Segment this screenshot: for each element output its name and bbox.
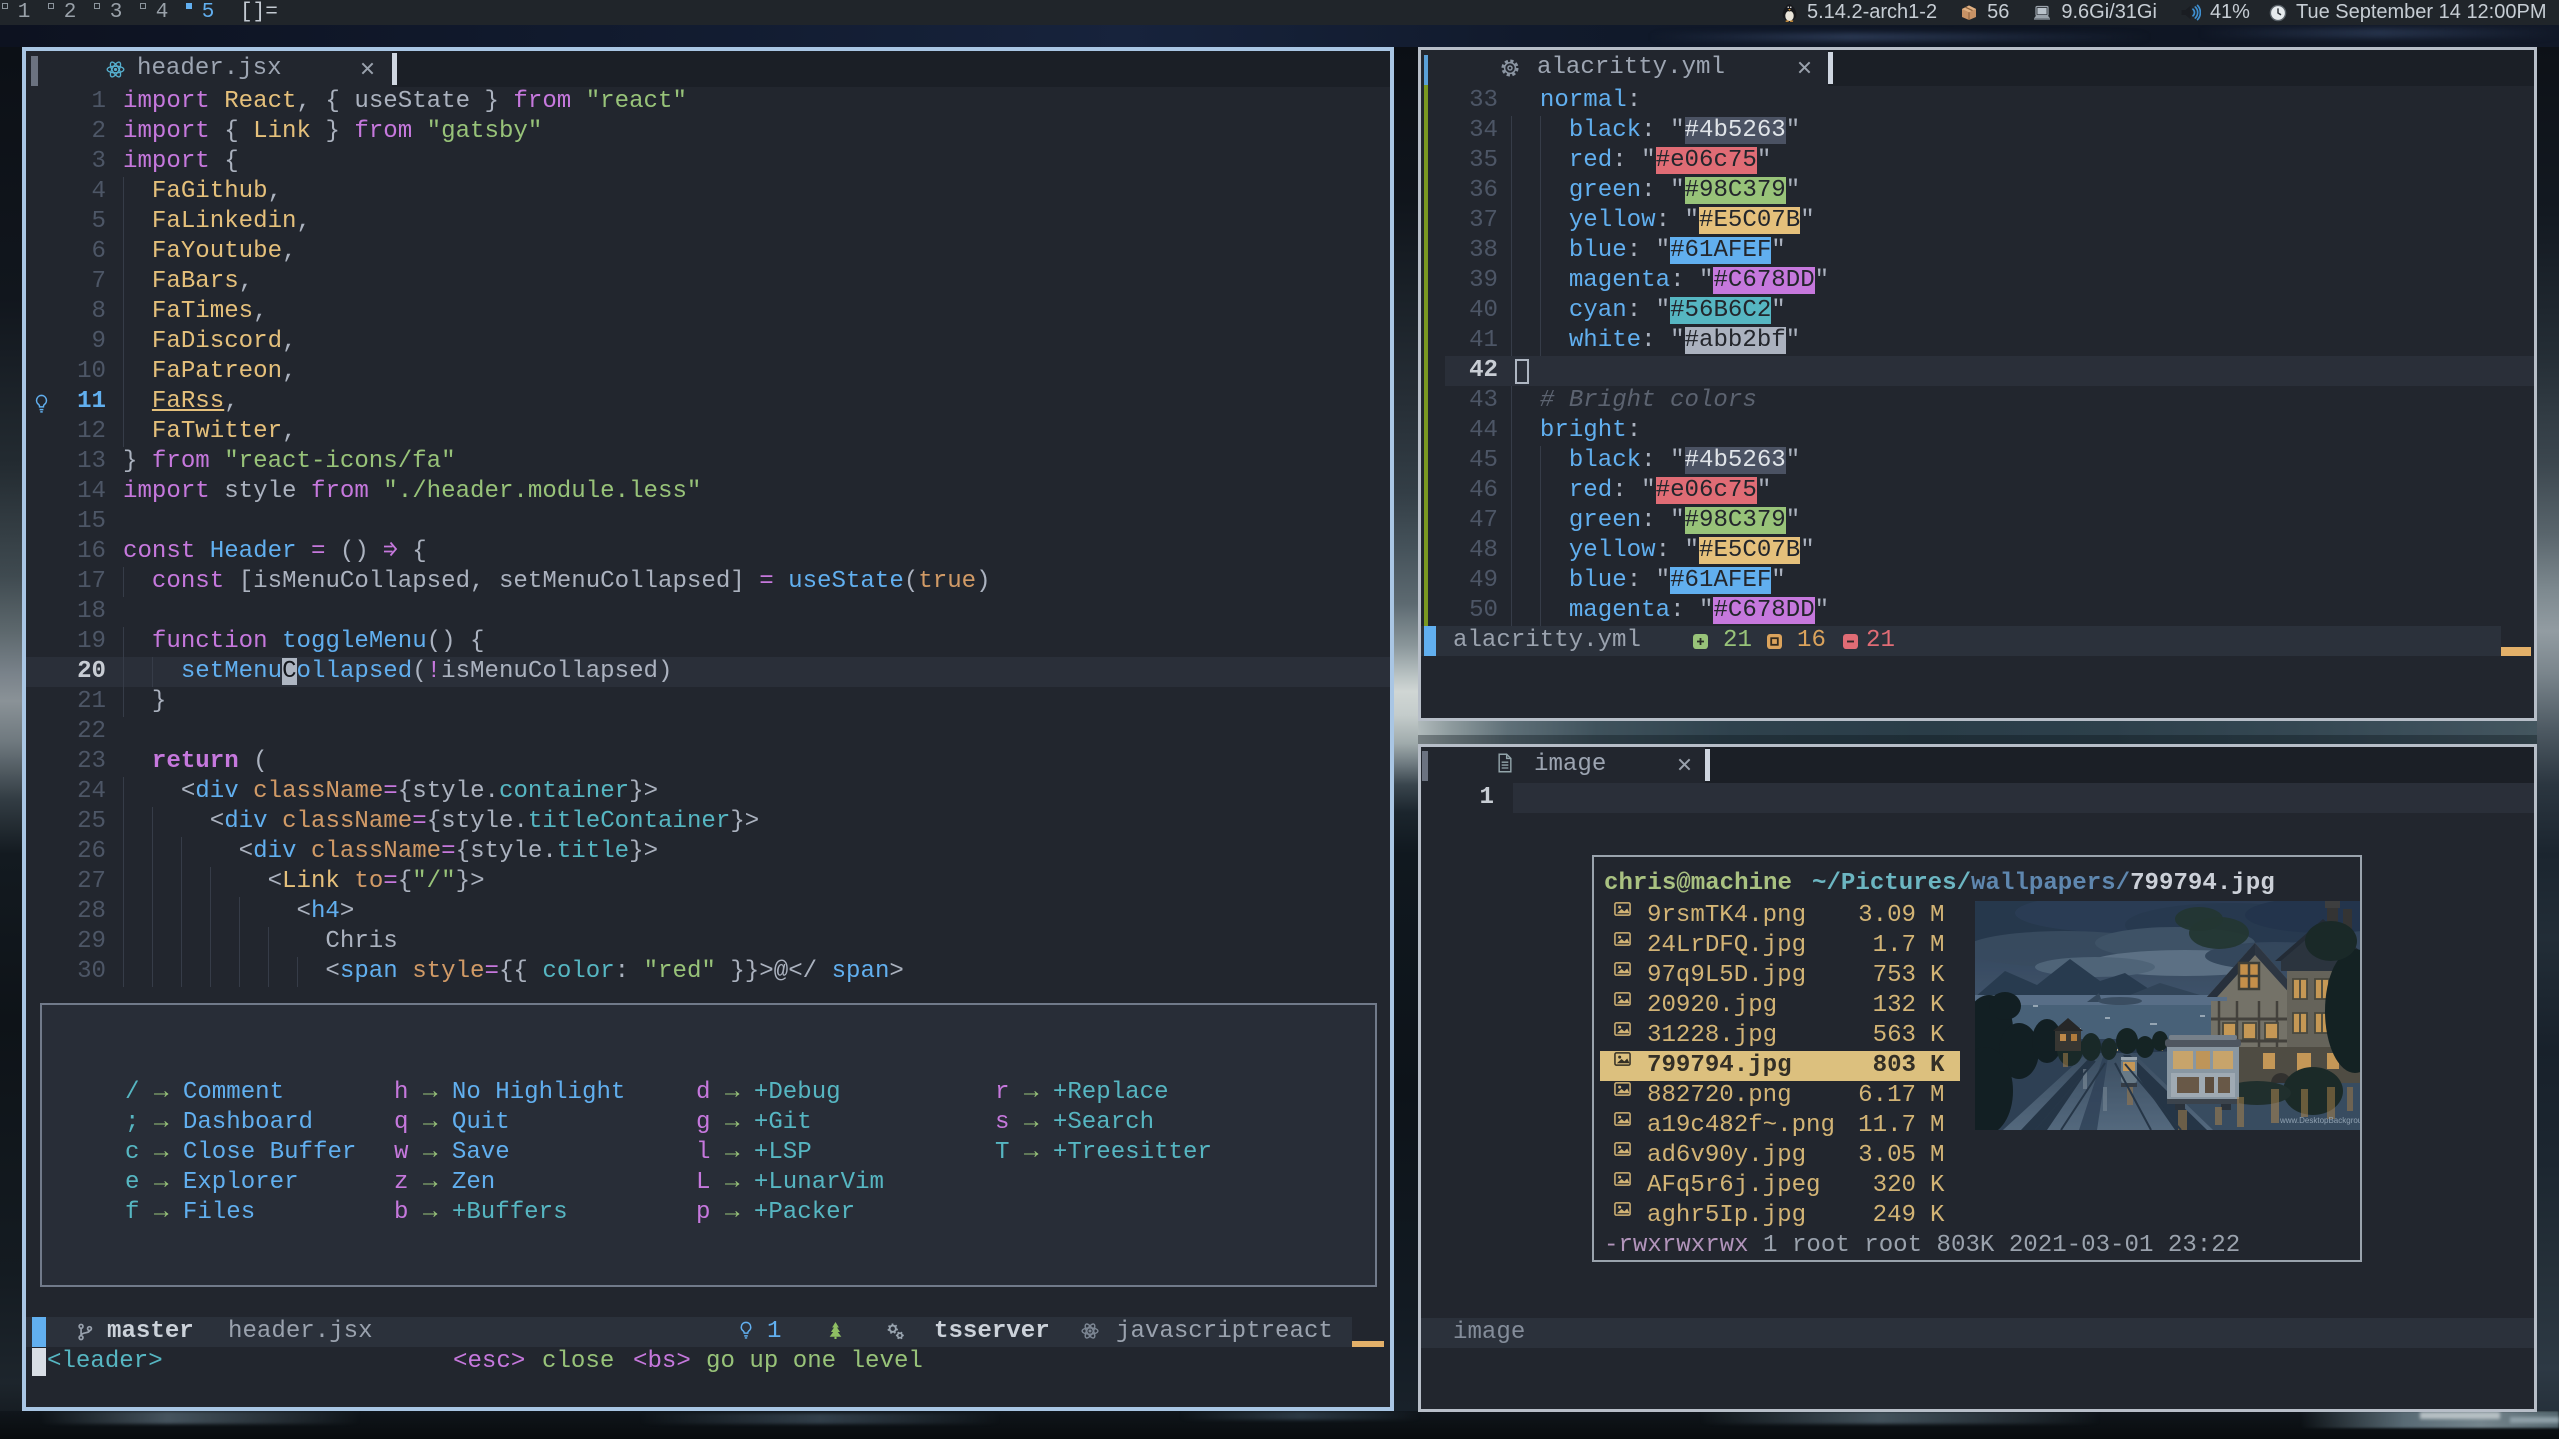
svg-text:www.DesktopBackground.org: www.DesktopBackground.org <box>2279 1116 2360 1125</box>
